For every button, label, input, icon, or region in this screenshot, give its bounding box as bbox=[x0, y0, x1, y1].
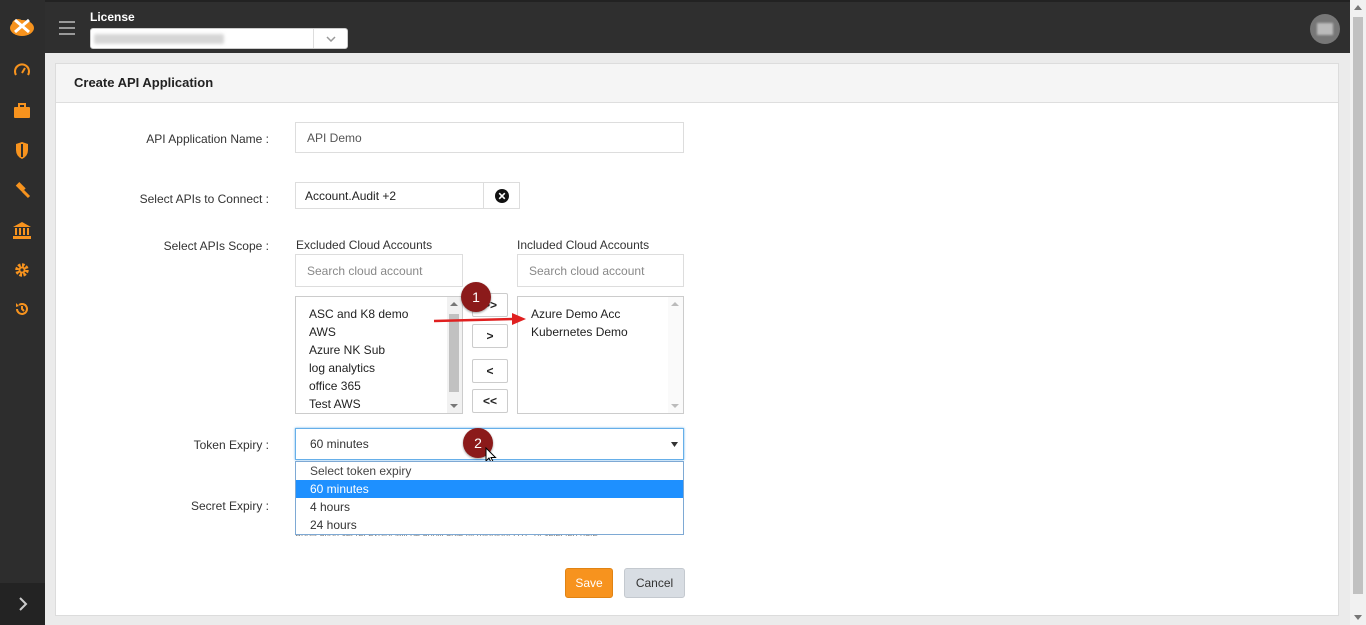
page-scrollbar[interactable] bbox=[1350, 0, 1366, 625]
create-api-card: Create API Application API Application N… bbox=[55, 63, 1339, 616]
secret-expiry-label: Secret Expiry : bbox=[190, 499, 269, 513]
gavel-icon[interactable] bbox=[12, 180, 32, 200]
shield-icon[interactable] bbox=[12, 140, 32, 160]
license-label: License bbox=[90, 10, 135, 24]
apis-select[interactable]: Account.Audit +2 bbox=[295, 182, 484, 209]
excluded-title: Excluded Cloud Accounts bbox=[296, 238, 433, 252]
save-button[interactable]: Save bbox=[565, 568, 613, 598]
token-expiry-dropdown[interactable]: Select token expiry 60 minutes 4 hours 2… bbox=[295, 461, 684, 535]
top-header: License bbox=[45, 0, 1366, 53]
list-item[interactable]: office 365 bbox=[296, 377, 462, 395]
annotation-arrow-icon bbox=[433, 313, 526, 325]
expand-sidebar-button[interactable] bbox=[0, 583, 45, 625]
briefcase-icon[interactable] bbox=[12, 101, 32, 121]
avatar[interactable] bbox=[1310, 14, 1340, 44]
included-accounts-list[interactable]: Azure Demo Acc Kubernetes Demo bbox=[517, 296, 684, 414]
included-title: Included Cloud Accounts bbox=[517, 238, 650, 252]
cancel-button[interactable]: Cancel bbox=[624, 568, 685, 598]
list-item[interactable]: Kubernetes Demo bbox=[518, 323, 683, 341]
clear-apis-button[interactable] bbox=[483, 182, 520, 209]
list-item[interactable]: Azure Demo Acc bbox=[518, 305, 683, 323]
move-all-left-button[interactable]: << bbox=[472, 389, 508, 413]
dropdown-option[interactable]: Select token expiry bbox=[296, 462, 683, 480]
move-left-button[interactable]: < bbox=[472, 359, 508, 383]
token-expiry-label: Token Expiry : bbox=[193, 438, 269, 452]
page-title: Create API Application bbox=[56, 64, 1338, 103]
chevron-down-icon bbox=[313, 29, 347, 48]
step-marker-1: 1 bbox=[461, 282, 491, 312]
scope-label: Select APIs Scope : bbox=[163, 239, 269, 253]
license-value-redacted bbox=[94, 34, 224, 44]
api-name-input[interactable]: API Demo bbox=[295, 122, 684, 153]
list-item[interactable]: Azure NK Sub bbox=[296, 341, 462, 359]
included-search-input[interactable]: Search cloud account bbox=[517, 254, 684, 287]
chevron-right-icon bbox=[18, 597, 27, 611]
list-item[interactable]: log analytics bbox=[296, 359, 462, 377]
logo-icon[interactable] bbox=[8, 14, 36, 38]
list-scrollbar[interactable] bbox=[668, 297, 683, 413]
list-item[interactable]: Test AWS bbox=[296, 395, 462, 413]
excluded-search-input[interactable]: Search cloud account bbox=[295, 254, 463, 287]
clear-icon bbox=[494, 188, 509, 203]
history-icon[interactable] bbox=[12, 299, 32, 319]
sidebar bbox=[0, 0, 45, 625]
bank-icon[interactable] bbox=[12, 220, 32, 240]
caret-down-icon bbox=[671, 442, 678, 447]
apis-label: Select APIs to Connect : bbox=[139, 192, 269, 206]
token-expiry-value: 60 minutes bbox=[310, 437, 369, 451]
hamburger-menu-icon[interactable] bbox=[59, 21, 75, 35]
dashboard-icon[interactable] bbox=[12, 61, 32, 81]
dropdown-option-selected[interactable]: 60 minutes bbox=[296, 480, 683, 498]
dropdown-option[interactable]: 24 hours bbox=[296, 516, 683, 534]
gear-icon[interactable] bbox=[12, 260, 32, 280]
license-select[interactable] bbox=[90, 28, 348, 49]
name-label: API Application Name : bbox=[146, 132, 269, 146]
dropdown-option[interactable]: 4 hours bbox=[296, 498, 683, 516]
